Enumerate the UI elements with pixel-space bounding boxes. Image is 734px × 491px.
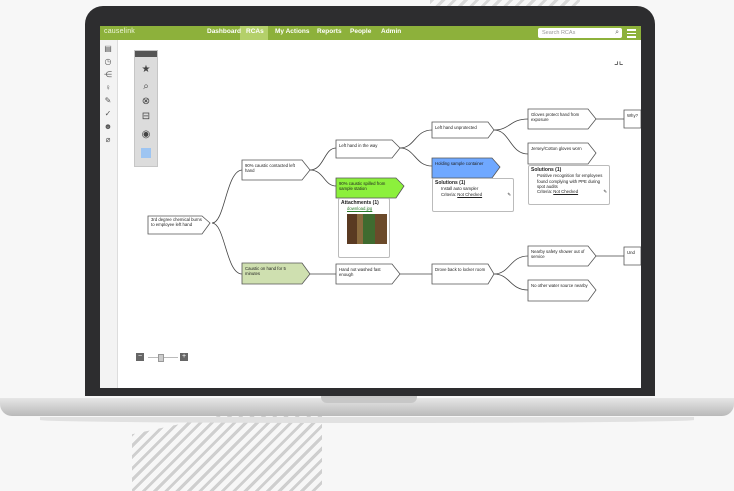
node-hand-not-washed[interactable]: Hand not washed fast enough (336, 264, 398, 284)
attachment-link[interactable]: download.jpg (341, 206, 387, 211)
node-caustic-contacted[interactable]: 90% caustic contacted left hand (242, 160, 308, 180)
zoom-slider-handle[interactable] (158, 354, 164, 362)
node-safety-shower[interactable]: Nearby safety shower out of service (528, 246, 594, 266)
solutions-2-criteria-value[interactable]: Not Checked (553, 189, 578, 194)
node-left-hand-unprotected[interactable]: Left hand unprotected (432, 122, 492, 138)
attachments-card: Attachments (1) download.jpg (338, 198, 390, 258)
node-holding-sample-container[interactable]: Holding sample container (432, 158, 498, 176)
node-why[interactable]: Why? (624, 110, 641, 128)
laptop-notch (321, 396, 417, 403)
laptop-shadow (40, 417, 694, 423)
solutions-1-criteria-label: Criteria: (441, 191, 457, 197)
node-no-water-source[interactable]: No other water source nearby (528, 280, 594, 300)
node-gloves-protect[interactable]: Gloves protect hand from exposure (528, 109, 594, 129)
zoom-control: − + (136, 353, 190, 362)
edit-pencil-icon[interactable]: ✎ (603, 189, 607, 194)
solutions-card-1: Solutions (1) Install auto sampler Crite… (432, 178, 514, 212)
edit-pencil-icon[interactable]: ✎ (507, 192, 511, 197)
zoom-out-button[interactable]: − (136, 353, 144, 361)
node-left-hand-in-way[interactable]: Left hand in the way (336, 140, 398, 158)
node-caustic-spilled[interactable]: 90% caustic spilled from sample station (336, 178, 402, 198)
solutions-2-item: Positive recognition for employees found… (537, 173, 603, 189)
zoom-in-button[interactable]: + (180, 353, 188, 361)
node-jersey-gloves[interactable]: Jersey/Cotton gloves worn (528, 143, 594, 163)
node-root[interactable]: 3rd degree chemical burns to employee le… (148, 214, 210, 234)
node-under[interactable]: Under r (624, 247, 641, 265)
node-caustic-on-hand[interactable]: Caustic on hand for 5 minutes (242, 263, 308, 283)
solutions-1-criteria-value[interactable]: Not Checked (457, 192, 482, 197)
app-screen: causelink Dashboard RCAs My Actions Repo… (100, 26, 641, 388)
solutions-card-2: Solutions (1) Positive recognition for e… (528, 165, 610, 205)
attachment-thumbnail[interactable] (347, 213, 387, 244)
solutions-2-criteria-label: Criteria: (537, 189, 553, 195)
node-drove-back[interactable]: Drove back to locker room (432, 264, 492, 284)
